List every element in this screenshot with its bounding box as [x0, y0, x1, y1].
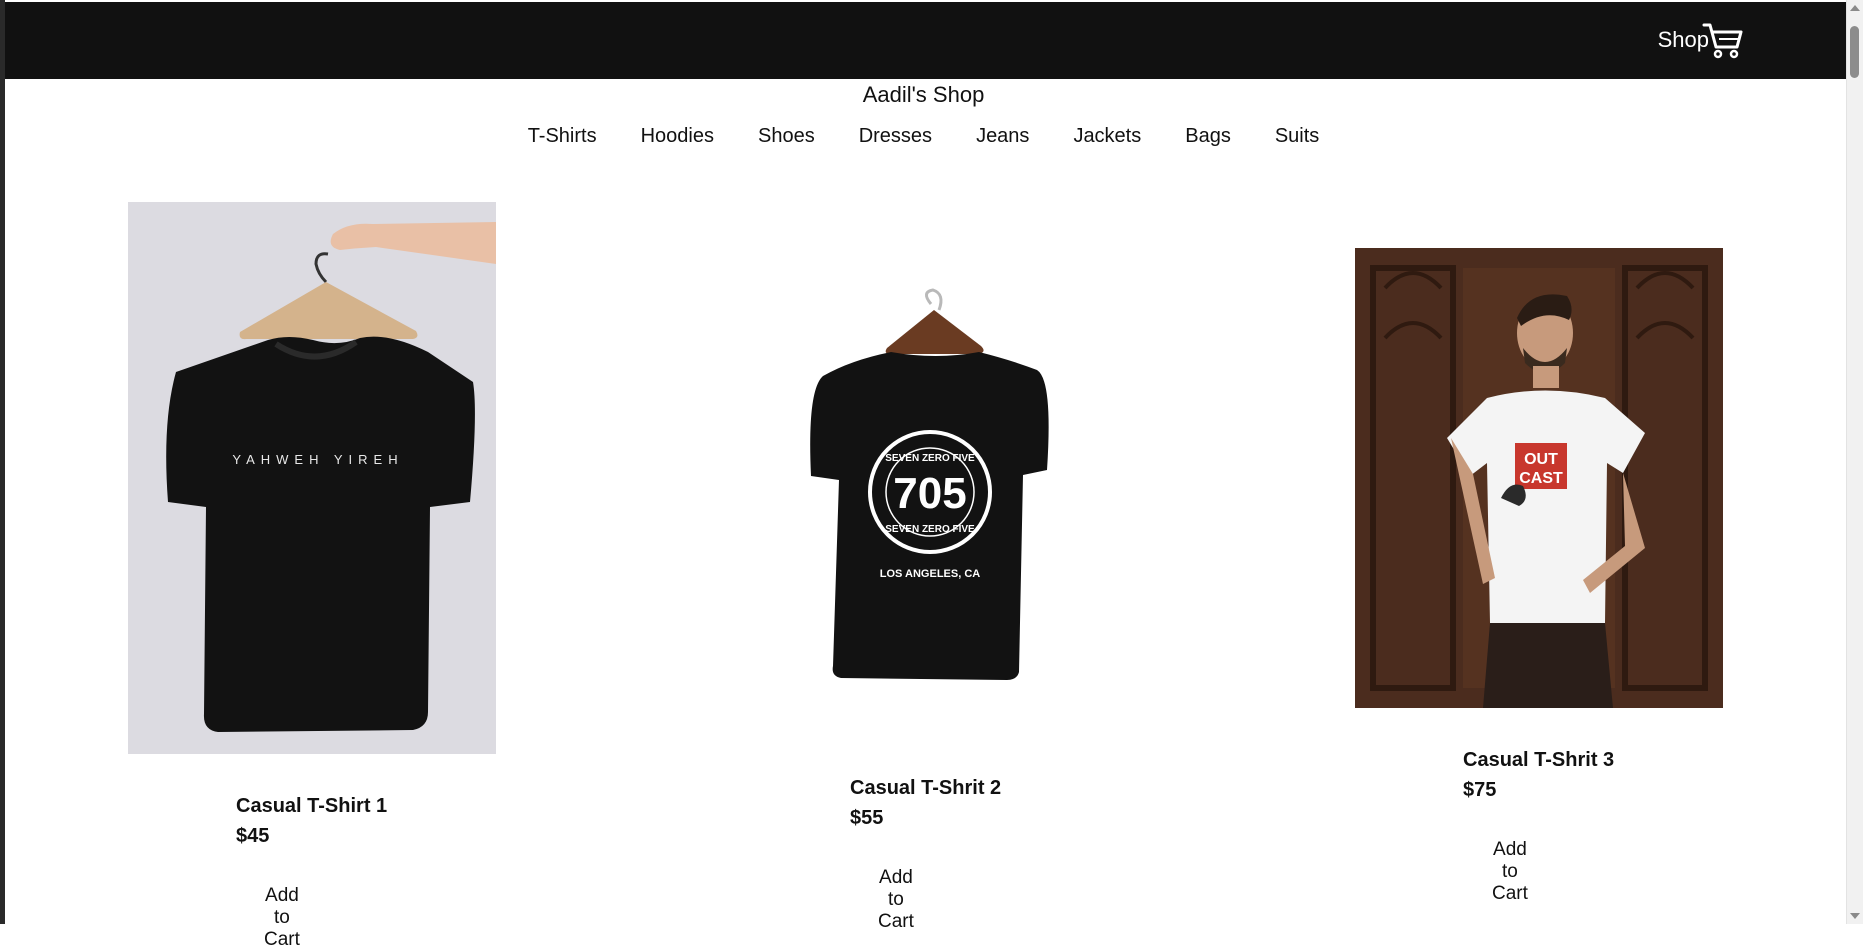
tshirt-photo-1: YAHWEH YIREH — [128, 202, 496, 754]
page-scrollbar[interactable] — [1846, 0, 1863, 924]
category-nav: T-Shirts Hoodies Shoes Dresses Jeans Jac… — [0, 124, 1847, 148]
shirt-print-2-city: LOS ANGELES, CA — [880, 568, 980, 580]
product-name-3[interactable]: Casual T-Shrit 3 — [1463, 749, 1614, 772]
top-navbar: Shop — [5, 2, 1847, 79]
product-name-2[interactable]: Casual T-Shrit 2 — [850, 777, 1001, 800]
shirt-print-2-number: 705 — [893, 469, 966, 518]
nav-item-bags[interactable]: Bags — [1163, 124, 1253, 148]
cart-icon[interactable] — [1702, 20, 1744, 60]
shirt-print-2-bottom: SEVEN ZERO FIVE — [885, 524, 975, 535]
product-image-2[interactable]: SEVEN ZERO FIVE 705 SEVEN ZERO FIVE LOS … — [741, 280, 1109, 692]
scroll-up-icon[interactable] — [1850, 5, 1860, 11]
add-to-cart-button-1[interactable]: Add to Cart — [264, 885, 300, 951]
product-price-2: $55 — [850, 807, 884, 829]
shirt-print-3-line2: CAST — [1519, 470, 1563, 487]
nav-item-jackets[interactable]: Jackets — [1051, 124, 1163, 148]
nav-item-dresses[interactable]: Dresses — [837, 124, 954, 148]
shirt-print-3-line1: OUT — [1524, 451, 1558, 468]
product-price-1: $45 — [236, 825, 270, 847]
nav-item-shoes[interactable]: Shoes — [736, 124, 837, 148]
product-image-3[interactable]: OUT CAST — [1355, 248, 1723, 708]
shirt-print-1: YAHWEH YIREH — [232, 452, 403, 467]
product-name-1[interactable]: Casual T-Shirt 1 — [236, 795, 387, 818]
product-image-1[interactable]: YAHWEH YIREH — [128, 202, 496, 754]
nav-item-t-shirts[interactable]: T-Shirts — [506, 124, 619, 148]
add-to-cart-button-2[interactable]: Add to Cart — [878, 867, 914, 933]
scrollbar-thumb[interactable] — [1850, 26, 1859, 78]
product-price-3: $75 — [1463, 779, 1497, 801]
scroll-down-icon[interactable] — [1850, 913, 1860, 919]
shirt-print-2-top: SEVEN ZERO FIVE — [885, 453, 975, 464]
add-to-cart-button-3[interactable]: Add to Cart — [1492, 839, 1528, 905]
site-title: Aadil's Shop — [862, 82, 985, 107]
nav-item-hoodies[interactable]: Hoodies — [619, 124, 736, 148]
nav-item-suits[interactable]: Suits — [1253, 124, 1341, 148]
tshirt-photo-2: SEVEN ZERO FIVE 705 SEVEN ZERO FIVE LOS … — [741, 280, 1109, 692]
nav-item-jeans[interactable]: Jeans — [954, 124, 1051, 148]
tshirt-photo-3: OUT CAST — [1355, 248, 1723, 708]
